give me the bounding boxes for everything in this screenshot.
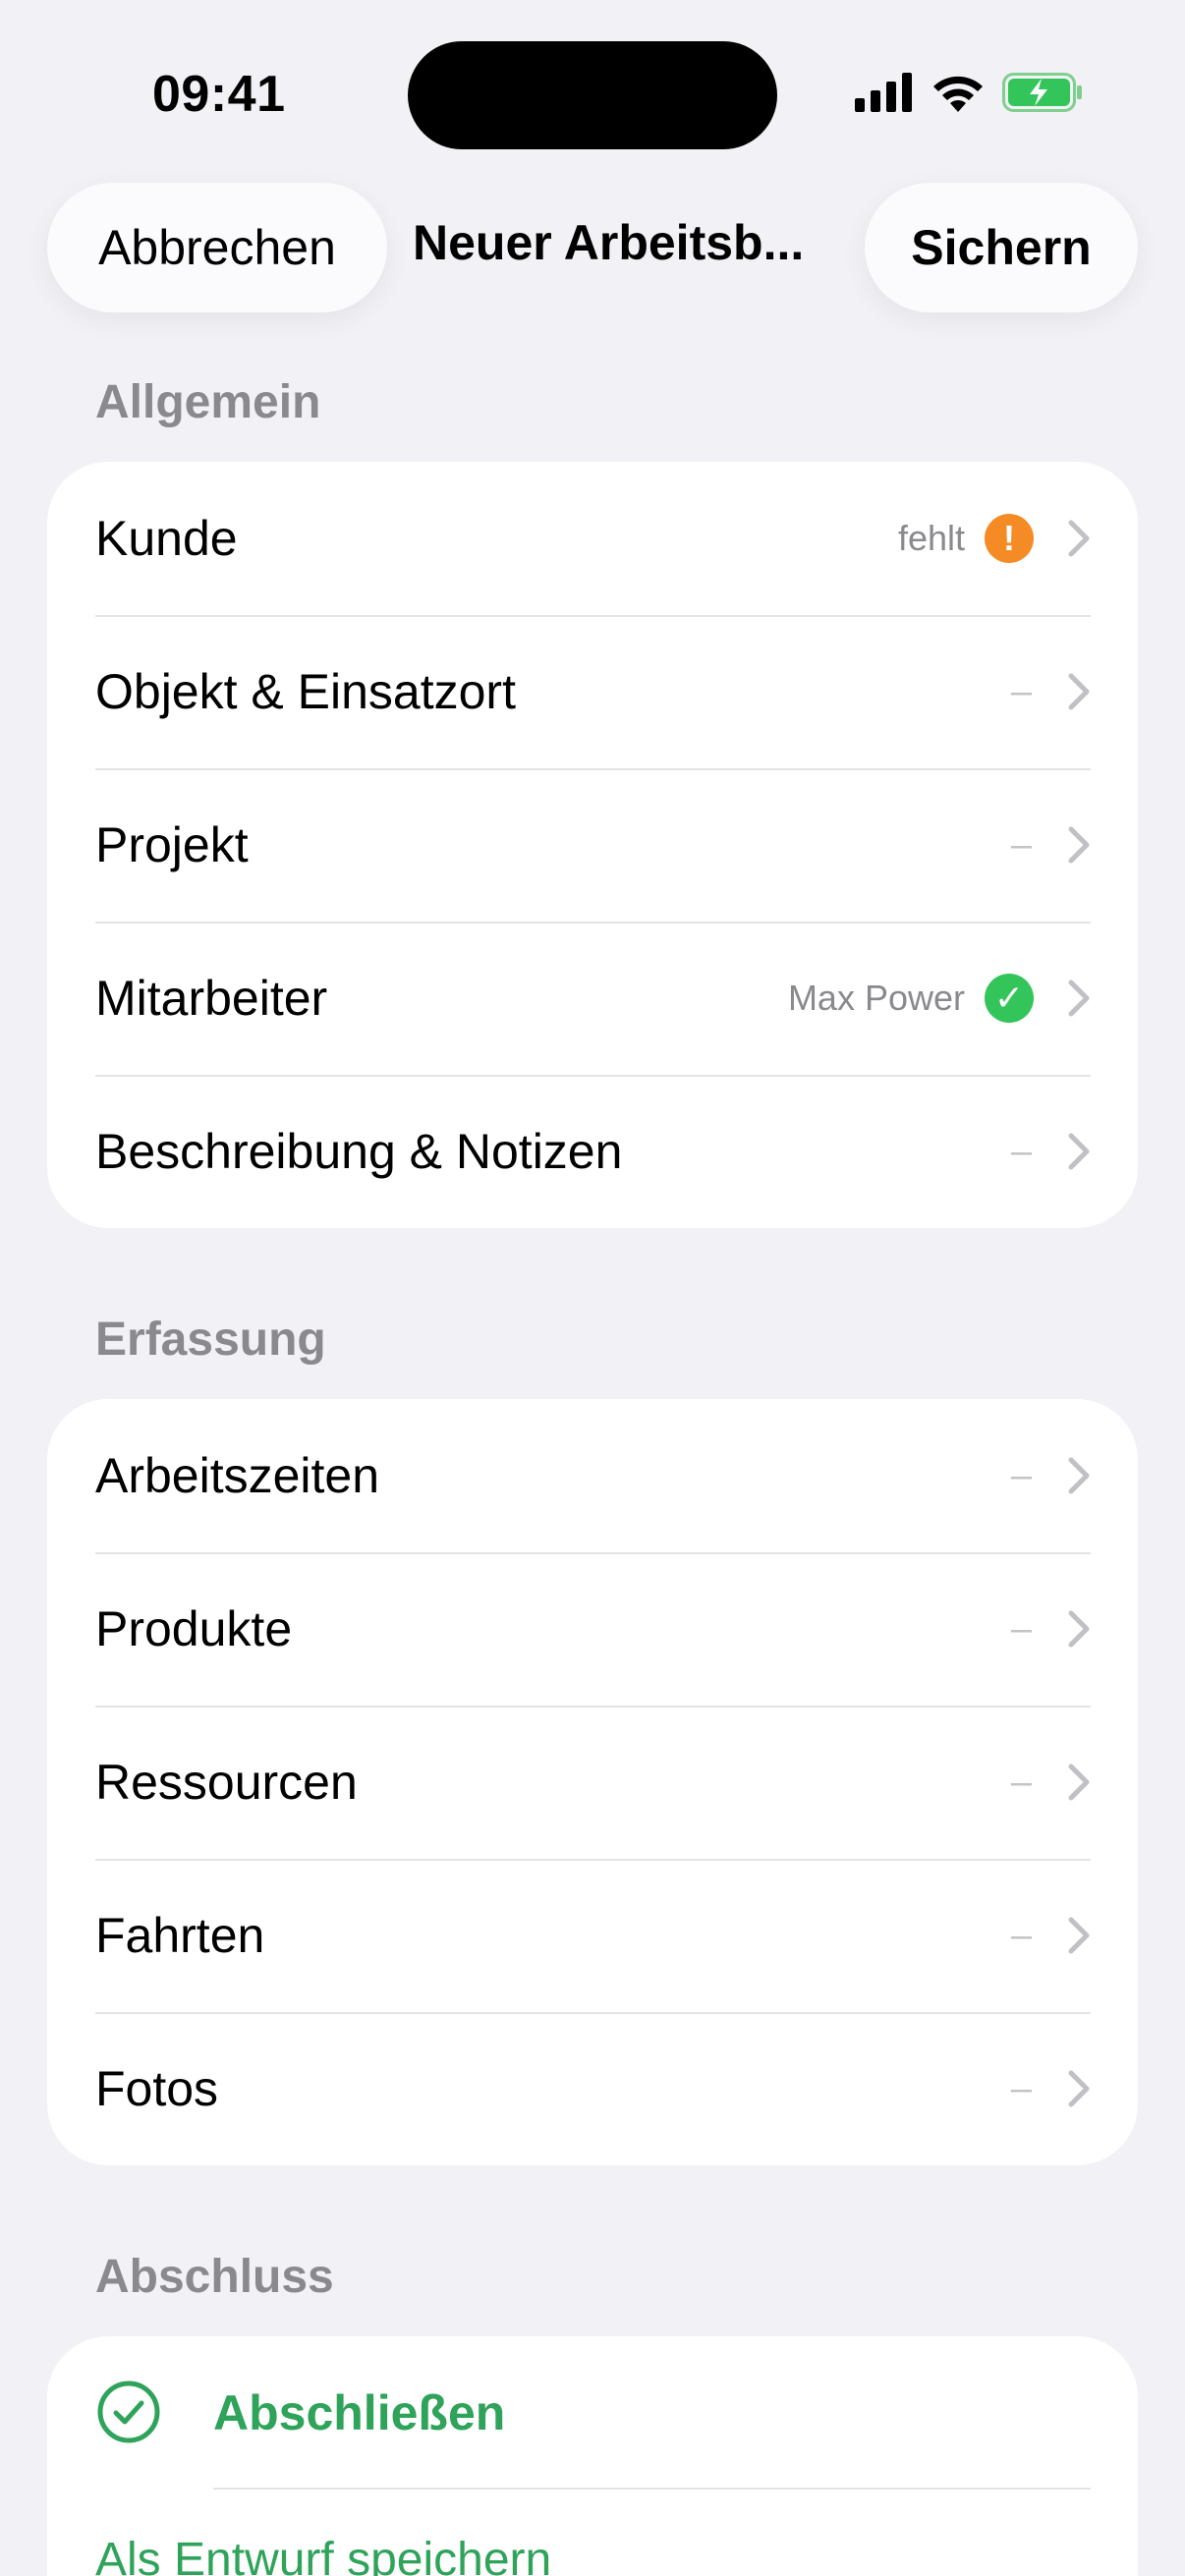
separator [213,2488,1091,2490]
row-label: Projekt [95,817,249,872]
battery-charging-icon [1002,73,1082,112]
row-value: – [1010,1914,1032,1956]
row-label: Kunde [95,511,238,566]
chevron-right-icon [1068,1610,1090,1648]
row-label: Fahrten [95,1908,265,1963]
finish-card: Abschließen Als Entwurf speichern [47,2336,1138,2576]
row-value: – [1010,1454,1032,1496]
row-products[interactable]: Produkte – [47,1552,1138,1706]
section-header-capture: Erfassung [95,1314,326,1366]
chevron-right-icon [1068,2070,1090,2107]
capture-card: Arbeitszeiten – Produkte – Ressourcen – … [47,1399,1138,2165]
row-value: – [1010,1607,1032,1650]
status-time: 09:41 [152,66,286,123]
row-label: Beschreibung & Notizen [95,1124,623,1179]
complete-button[interactable]: Abschließen [47,2336,1138,2490]
chevron-right-icon [1068,520,1090,557]
row-label: Arbeitszeiten [95,1448,380,1503]
row-object-location[interactable]: Objekt & Einsatzort – [47,615,1138,768]
row-description-notes[interactable]: Beschreibung & Notizen – [47,1075,1138,1228]
section-header-finish: Abschluss [95,2251,334,2303]
row-label: Fotos [95,2061,219,2116]
chevron-right-icon [1068,980,1090,1017]
row-label: Ressourcen [95,1755,358,1810]
row-value: – [1010,2067,1032,2109]
warning-icon: ! [985,514,1034,563]
row-employee[interactable]: Mitarbeiter Max Power ✓ [47,922,1138,1075]
section-header-general: Allgemein [95,376,321,428]
row-photos[interactable]: Fotos – [47,2012,1138,2165]
complete-label: Abschließen [213,2385,506,2440]
row-value: fehlt [897,518,965,558]
chevron-right-icon [1068,673,1090,710]
general-card: Kunde fehlt ! Objekt & Einsatzort – Proj… [47,462,1138,1228]
save-button[interactable]: Sichern [865,183,1138,312]
chevron-right-icon [1068,1764,1090,1801]
cancel-button[interactable]: Abbrechen [47,183,387,312]
row-customer[interactable]: Kunde fehlt ! [47,462,1138,615]
checkmark-circle-icon [97,2380,160,2443]
row-value: – [1010,670,1032,712]
checkmark-icon: ✓ [985,974,1034,1023]
row-working-times[interactable]: Arbeitszeiten – [47,1399,1138,1552]
row-value: – [1010,1761,1032,1803]
page-title: Neuer Arbeitsb... [413,215,805,270]
wifi-icon [933,76,983,112]
row-value: Max Power [787,978,965,1018]
signal-icon [855,73,912,112]
status-icons [855,73,1083,112]
dynamic-island [408,41,777,149]
row-label: Objekt & Einsatzort [95,664,516,719]
save-draft-button[interactable]: Als Entwurf speichern [95,2533,551,2576]
row-trips[interactable]: Fahrten – [47,1859,1138,2012]
screen: 09:41 Abbrechen Neuer Arbeitsb... Sicher… [0,0,1185,2576]
chevron-right-icon [1068,826,1090,864]
row-resources[interactable]: Ressourcen – [47,1706,1138,1859]
row-project[interactable]: Projekt – [47,768,1138,922]
chevron-right-icon [1068,1133,1090,1170]
row-label: Mitarbeiter [95,971,328,1026]
row-value: – [1010,823,1032,866]
chevron-right-icon [1068,1457,1090,1494]
row-label: Produkte [95,1601,293,1656]
row-value: – [1010,1130,1032,1172]
chevron-right-icon [1068,1917,1090,1954]
